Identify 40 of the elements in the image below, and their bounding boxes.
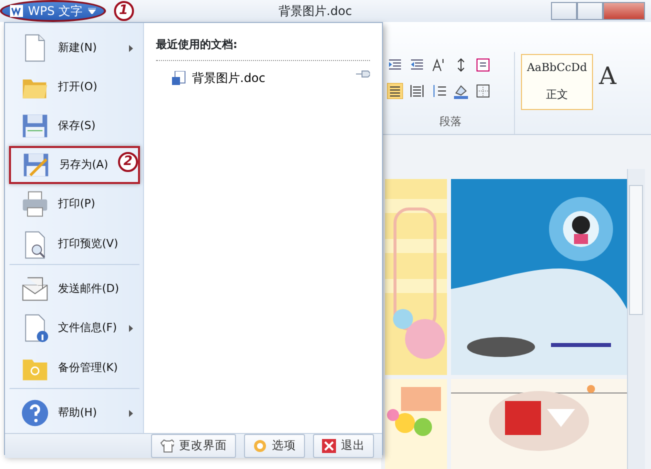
submenu-arrow-icon (129, 410, 133, 416)
frame-icon[interactable] (475, 57, 491, 73)
group-label: 段落 (438, 114, 462, 130)
menu-item[interactable]: 打印预览(V) (9, 224, 140, 265)
distribute-icon[interactable] (409, 83, 425, 99)
shading-icon[interactable] (453, 83, 469, 99)
line-spacing-icon[interactable] (431, 83, 447, 99)
dropdown-icon (88, 8, 96, 14)
footer-button[interactable]: 选项 (244, 434, 305, 458)
menu-item[interactable]: 打开(O) (9, 68, 140, 106)
borders-icon[interactable] (475, 83, 491, 99)
vertical-scrollbar[interactable] (627, 169, 645, 469)
align-justify-icon[interactable] (387, 83, 403, 99)
menu-item[interactable]: 新建(N) (9, 29, 140, 67)
style-gallery-item[interactable]: A (599, 58, 616, 134)
submenu-arrow-icon (129, 44, 133, 52)
pin-icon[interactable] (356, 70, 370, 78)
recent-documents-heading: 最近使用的文档: (156, 37, 370, 60)
maximize-button[interactable] (577, 2, 603, 20)
help-icon (20, 398, 50, 428)
printer-icon (20, 189, 50, 219)
menu-item[interactable]: 备份管理(K) (9, 348, 140, 389)
app-menu-button[interactable]: WPS 文字 (0, 0, 106, 22)
menu-item[interactable]: 发送邮件(D) (9, 270, 140, 308)
menu-item[interactable]: 文件信息(F) (9, 309, 140, 347)
window-title: 背景图片.doc (278, 3, 352, 20)
footer-button[interactable]: 退出 (313, 434, 374, 458)
submenu-arrow-icon (129, 324, 133, 332)
menu-item[interactable]: 帮助(H) (9, 394, 140, 432)
document-icon (172, 70, 186, 84)
close-icon (322, 439, 336, 453)
shirt-icon (160, 439, 174, 453)
style-gallery-item[interactable]: AaBbCcDd 正文 (521, 54, 593, 110)
callout-marker: 1 (114, 1, 134, 21)
menu-item[interactable]: 保存(S) (9, 107, 140, 145)
minimize-button[interactable] (551, 2, 577, 20)
document-icon (10, 5, 23, 17)
menu-item[interactable]: 打印(P) (9, 185, 140, 223)
recent-file-link[interactable]: 背景图片.doc (172, 68, 266, 86)
footer-button[interactable]: 更改界面 (151, 434, 236, 458)
